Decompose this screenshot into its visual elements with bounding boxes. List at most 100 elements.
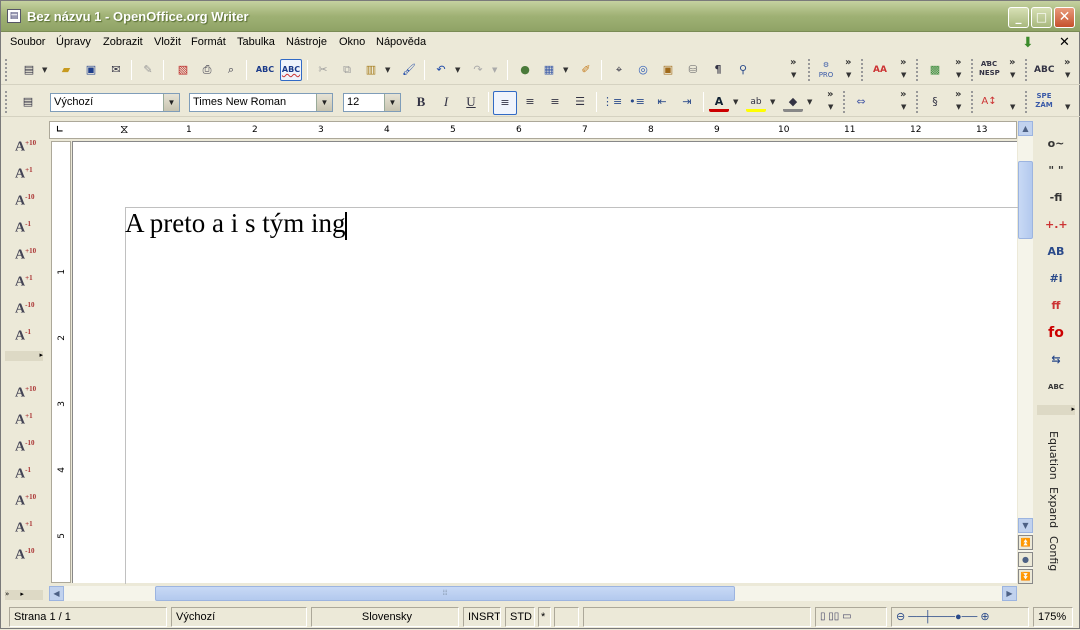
italic-button[interactable]: I <box>436 92 456 112</box>
save-icon[interactable]: ▣ <box>81 60 101 80</box>
chevron-down-icon[interactable]: ▼ <box>316 94 332 111</box>
indent-marker[interactable]: ⧖ <box>120 122 128 137</box>
scale-plus-10-icon[interactable]: A+10 <box>15 379 37 401</box>
download-update-icon[interactable]: ⬇ <box>1022 34 1034 51</box>
export-pdf-icon[interactable]: ▧ <box>173 60 193 80</box>
equation-label[interactable]: Equation <box>1047 431 1060 480</box>
font-name-combo[interactable]: Times New Roman ▼ <box>189 93 333 112</box>
toolbar-options-arrow-5[interactable]: ▼ <box>1010 65 1015 85</box>
close-button[interactable]: ✕ <box>1054 7 1075 28</box>
formatting-marks-icon[interactable]: ¶ <box>708 60 728 80</box>
bullets-icon[interactable]: •≡ <box>627 92 647 112</box>
undo-dropdown-arrow[interactable]: ▼ <box>455 60 460 80</box>
increase-indent-icon[interactable]: ⇥ <box>677 92 697 112</box>
navigator-icon[interactable]: ◎ <box>633 60 653 80</box>
horizontal-scrollbar[interactable]: ◀ ⦙⦙⦙ ▶ <box>49 586 1017 601</box>
paragraph-text[interactable]: A preto a i s tým ing <box>125 208 345 238</box>
font-size-plus-10-icon[interactable]: A+10 <box>15 133 37 155</box>
scroll-down-button[interactable]: ▼ <box>1018 518 1033 533</box>
menu-nastroje[interactable]: Nástroje <box>286 36 327 48</box>
print-icon[interactable]: ⎙ <box>197 60 217 80</box>
hyperlink-icon[interactable]: ● <box>515 60 535 80</box>
insert-mode-indicator[interactable]: INSRT <box>463 607 501 627</box>
font-color-dropdown-arrow[interactable]: ▼ <box>733 92 738 112</box>
styles-formatting-icon[interactable]: ▤ <box>18 92 38 112</box>
text-direction-icon[interactable]: ⇔ <box>851 92 871 112</box>
image-icon[interactable]: ▩ <box>925 60 945 80</box>
horizontal-ruler[interactable]: ∟ ⧖ 1 2 3 4 5 6 7 8 9 10 11 12 13 <box>49 121 1017 139</box>
toolbar-options-arrow[interactable]: ▼ <box>791 65 796 85</box>
paste-dropdown-arrow[interactable]: ▼ <box>385 60 390 80</box>
toolbar-options-arrow-10[interactable]: ▼ <box>1010 97 1015 117</box>
table-dropdown-arrow[interactable]: ▼ <box>563 60 568 80</box>
align-center-button[interactable]: ≡ <box>520 92 540 112</box>
degree-symbol-icon[interactable]: o~ <box>1045 134 1067 154</box>
abc-cd-icon[interactable]: ABC <box>1045 377 1067 397</box>
scale-plus-1-icon[interactable]: A+1 <box>15 406 37 428</box>
toolbar-options-arrow-9[interactable]: ▼ <box>956 97 961 117</box>
redo-icon[interactable]: ↷ <box>468 60 488 80</box>
document-page[interactable]: A preto a i s tým ing <box>72 141 1018 584</box>
undo-icon[interactable]: ↶ <box>431 60 451 80</box>
vertical-scrollbar[interactable]: ▲ ▼ ⏫ ● ⏬ <box>1018 121 1033 584</box>
data-sources-icon[interactable]: ⛁ <box>683 60 703 80</box>
maximize-button[interactable]: □ <box>1031 7 1052 28</box>
spacing-plus-10-icon[interactable]: A+10 <box>15 487 37 509</box>
document-text[interactable]: A preto a i s tým ing <box>125 208 348 240</box>
font-size-plus-1-icon[interactable]: A+1 <box>15 160 37 182</box>
font-size-minus-1-icon[interactable]: A-1 <box>15 214 37 236</box>
toolbar-options-arrow-11[interactable]: ▼ <box>1065 97 1070 117</box>
menu-upravy[interactable]: Úpravy <box>56 36 91 48</box>
copy-icon[interactable]: ⧉ <box>337 60 357 80</box>
table-icon[interactable]: ▦ <box>539 60 559 80</box>
paste-icon[interactable]: ▥ <box>361 60 381 80</box>
zoom-level[interactable]: 175% <box>1033 607 1073 627</box>
navigation-button[interactable]: ● <box>1018 552 1033 567</box>
case-change-icon[interactable]: AA <box>870 60 890 80</box>
title-bar[interactable]: ▤ Bez názvu 1 - OpenOffice.org Writer _ … <box>1 1 1080 32</box>
config-label[interactable]: Config <box>1047 536 1060 571</box>
next-page-button[interactable]: ⏬ <box>1018 569 1033 584</box>
open-folder-icon[interactable]: ▰ <box>56 60 76 80</box>
previous-page-button[interactable]: ⏫ <box>1018 535 1033 550</box>
panel-scroll-arrow[interactable]: ▸ <box>5 351 43 361</box>
toolbar-options-arrow-8[interactable]: ▼ <box>901 97 906 117</box>
toolbar-grip[interactable] <box>5 59 8 81</box>
underline-button[interactable]: U <box>461 92 481 112</box>
selection-mode-indicator[interactable]: STD <box>505 607 535 627</box>
scroll-icon[interactable]: § <box>925 92 945 112</box>
draw-functions-icon[interactable]: ✐ <box>576 60 596 80</box>
nonbreak-space-icon[interactable]: +.+ <box>1045 215 1068 235</box>
chevron-down-icon[interactable]: ▼ <box>163 94 179 111</box>
toolbar-grip[interactable] <box>5 91 8 113</box>
panel-expand-arrow[interactable]: » ▸ <box>5 590 43 600</box>
toolbar-options-arrow-7[interactable]: ▼ <box>828 97 833 117</box>
scroll-up-button[interactable]: ▲ <box>1018 121 1033 136</box>
minimize-button[interactable]: _ <box>1008 7 1029 28</box>
font-color-icon[interactable]: A <box>709 92 729 112</box>
spe-zam-icon[interactable]: SPE ZÁM <box>1034 92 1054 112</box>
language-indicator[interactable]: Slovensky <box>311 607 459 627</box>
find-replace-icon[interactable]: ⌖ <box>609 60 629 80</box>
spellcheck-icon[interactable]: ABC <box>255 60 275 80</box>
document-modified-indicator[interactable]: * <box>538 607 551 627</box>
zoom-icon[interactable]: ⚲ <box>733 60 753 80</box>
ligature-icon[interactable]: -fi <box>1045 188 1067 208</box>
strikethrough-icon[interactable]: ff <box>1045 296 1067 316</box>
toolbar-options-arrow-4[interactable]: ▼ <box>956 65 961 85</box>
tab-type-selector[interactable]: ∟ <box>56 125 64 135</box>
chevron-down-icon[interactable]: ▼ <box>384 94 400 111</box>
redo-dropdown-arrow[interactable]: ▼ <box>492 60 497 80</box>
quotes-icon[interactable]: " " <box>1045 161 1067 181</box>
menu-tabulka[interactable]: Tabulka <box>237 36 275 48</box>
font-size-plus-10-alt-icon[interactable]: A+10 <box>15 241 37 263</box>
menu-soubor[interactable]: Soubor <box>10 36 45 48</box>
bold-button[interactable]: B <box>411 92 431 112</box>
justify-button[interactable]: ☰ <box>570 92 590 112</box>
panel-scroll-arrow-right[interactable]: ▸ <box>1037 405 1075 415</box>
view-layout-buttons[interactable]: ▯ ▯▯ ▭ <box>815 607 887 627</box>
scale-minus-10-icon[interactable]: A-10 <box>15 433 37 455</box>
background-color-dropdown-arrow[interactable]: ▼ <box>807 92 812 112</box>
page-indicator[interactable]: Strana 1 / 1 <box>9 607 167 627</box>
scale-minus-1-icon[interactable]: A-1 <box>15 460 37 482</box>
